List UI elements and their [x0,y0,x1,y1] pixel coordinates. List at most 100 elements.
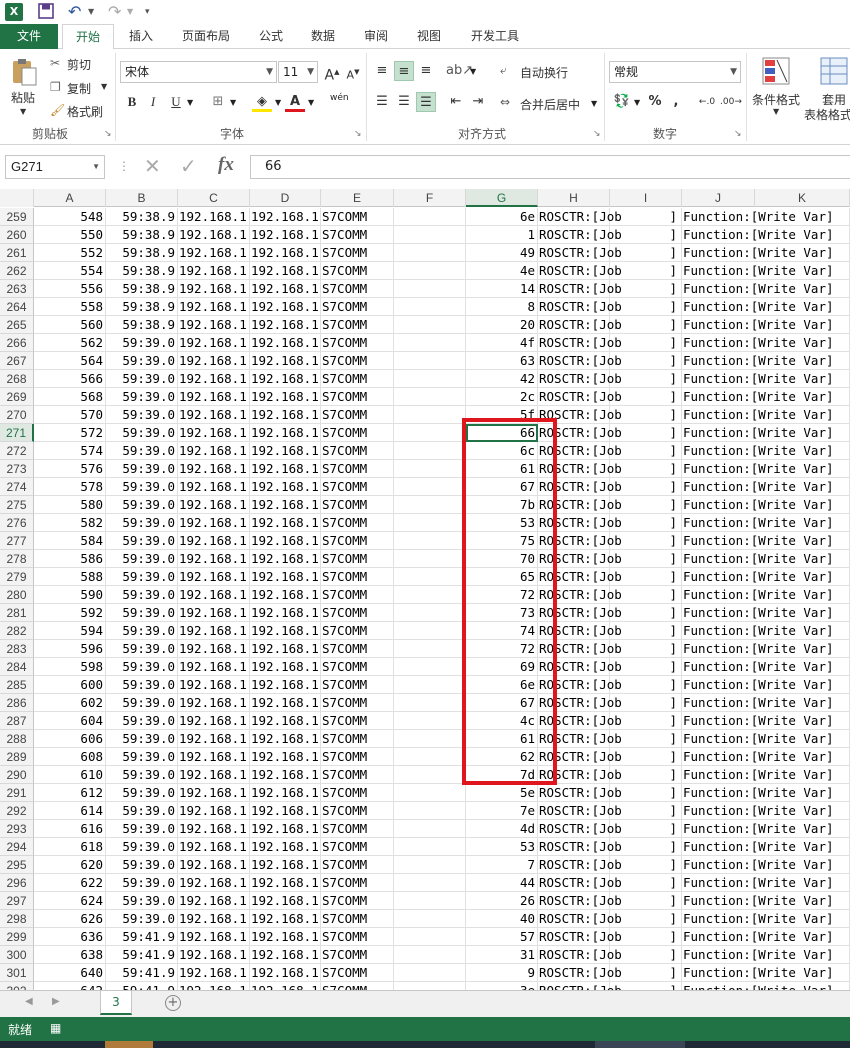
cell-h[interactable]: ROSCTR:[Job [538,784,622,802]
cell-g[interactable]: 63 [466,352,538,370]
cell-h[interactable]: ROSCTR:[Job [538,586,622,604]
row-header[interactable]: 265 [0,316,34,334]
cell-c[interactable]: 192.168.1 [178,352,250,370]
cell-e[interactable]: S7COMM [321,622,394,640]
cell-c[interactable]: 192.168.1 [178,712,250,730]
sheet-tab-3[interactable]: 3 [100,991,132,1015]
cell-f[interactable] [394,856,466,874]
table-format-label-2[interactable]: 表格格式 [804,106,850,123]
cell-b[interactable]: 59:39.0 [106,892,178,910]
cell-j[interactable]: Function:[Write Var] [682,658,850,676]
cell-e[interactable]: S7COMM [321,334,394,352]
cell-b[interactable]: 59:39.0 [106,730,178,748]
row-header[interactable]: 273 [0,460,34,478]
cell-f[interactable] [394,280,466,298]
cell-c[interactable]: 192.168.1 [178,280,250,298]
cell-j[interactable]: Function:[Write Var] [682,244,850,262]
cell-f[interactable] [394,226,466,244]
cell-b[interactable]: 59:39.0 [106,334,178,352]
cell-d[interactable]: 192.168.1 [250,838,321,856]
cell-e[interactable]: S7COMM [321,298,394,316]
row-header[interactable]: 292 [0,802,34,820]
cell-j[interactable]: Function:[Write Var] [682,298,850,316]
cell-c[interactable]: 192.168.1 [178,316,250,334]
cell-b[interactable]: 59:41.9 [106,928,178,946]
cell-j[interactable]: Function:[Write Var] [682,622,850,640]
row-header[interactable]: 294 [0,838,34,856]
cell-g[interactable]: 31 [466,946,538,964]
cell-e[interactable]: S7COMM [321,370,394,388]
cell-e[interactable]: S7COMM [321,550,394,568]
cell-c[interactable]: 192.168.1 [178,604,250,622]
cell-e[interactable]: S7COMM [321,208,394,226]
cell-e[interactable]: S7COMM [321,676,394,694]
orientation-dropdown-icon[interactable]: ▼ [470,67,476,76]
cell-j[interactable]: Function:[Write Var] [682,964,850,982]
redo-icon[interactable]: ↷ [108,3,126,21]
cell-g[interactable]: 14 [466,280,538,298]
cell-j[interactable]: Function:[Write Var] [682,550,850,568]
cell-h[interactable]: ROSCTR:[Job [538,892,622,910]
cell-b[interactable]: 59:38.9 [106,226,178,244]
conditional-format-button[interactable]: 条件格式 [752,91,800,108]
cell-b[interactable]: 59:38.9 [106,316,178,334]
cell-c[interactable]: 192.168.1 [178,208,250,226]
tab-data[interactable]: 数据 [302,24,344,49]
cell-f[interactable] [394,424,466,442]
cell-a[interactable]: 626 [34,910,106,928]
align-top-icon[interactable]: ≡ [372,61,392,81]
worksheet-grid[interactable]: ABCDEFGHIJK 259 548 59:38.9 192.168.1 192.16… [0,189,850,990]
font-size-select[interactable]: 11 ▼ [278,61,318,83]
cell-h[interactable]: ROSCTR:[Job [538,676,622,694]
cell-g[interactable]: 5f [466,406,538,424]
cell-f[interactable] [394,694,466,712]
paste-dropdown-icon[interactable]: ▼ [20,107,26,116]
cell-c[interactable]: 192.168.1 [178,514,250,532]
cell-e[interactable]: S7COMM [321,406,394,424]
cell-a[interactable]: 600 [34,676,106,694]
cell-a[interactable]: 590 [34,586,106,604]
cell-a[interactable]: 572 [34,424,106,442]
cell-d[interactable]: 192.168.1 [250,208,321,226]
cell-c[interactable]: 192.168.1 [178,298,250,316]
column-header-f[interactable]: F [394,189,466,207]
cell-e[interactable]: S7COMM [321,730,394,748]
cell-h[interactable]: ROSCTR:[Job [538,982,622,990]
cell-d[interactable]: 192.168.1 [250,604,321,622]
row-header[interactable]: 271 [0,424,34,442]
cell-e[interactable]: S7COMM [321,640,394,658]
cell-d[interactable]: 192.168.1 [250,460,321,478]
tab-insert[interactable]: 插入 [118,24,164,49]
underline-button[interactable]: U [166,92,186,112]
cell-c[interactable]: 192.168.1 [178,784,250,802]
cell-e[interactable]: S7COMM [321,946,394,964]
cell-a[interactable]: 556 [34,280,106,298]
cell-d[interactable]: 192.168.1 [250,802,321,820]
cell-a[interactable]: 578 [34,478,106,496]
cell-g[interactable]: 2c [466,388,538,406]
redo-dropdown-icon[interactable]: ▼ [127,3,137,21]
border-dropdown-icon[interactable]: ▼ [230,98,236,107]
cell-g[interactable]: 65 [466,568,538,586]
cell-a[interactable]: 596 [34,640,106,658]
currency-dropdown-icon[interactable]: ▼ [634,98,640,107]
cell-b[interactable]: 59:41.9 [106,964,178,982]
insert-function-button[interactable]: fx [218,154,234,176]
cell-d[interactable]: 192.168.1 [250,640,321,658]
cell-b[interactable]: 59:39.0 [106,604,178,622]
row-header[interactable]: 281 [0,604,34,622]
cell-h[interactable]: ROSCTR:[Job [538,280,622,298]
cell-h[interactable]: ROSCTR:[Job [538,694,622,712]
cell-h[interactable]: ROSCTR:[Job [538,964,622,982]
cell-e[interactable]: S7COMM [321,838,394,856]
cell-b[interactable]: 59:39.0 [106,820,178,838]
cell-c[interactable]: 192.168.1 [178,838,250,856]
shrink-font-button[interactable]: A▼ [343,62,363,82]
cell-d[interactable]: 192.168.1 [250,892,321,910]
cell-f[interactable] [394,514,466,532]
italic-button[interactable]: I [143,92,163,112]
cell-d[interactable]: 192.168.1 [250,388,321,406]
align-middle-icon[interactable]: ≡ [394,61,414,81]
cell-b[interactable]: 59:39.0 [106,658,178,676]
cell-d[interactable]: 192.168.1 [250,478,321,496]
